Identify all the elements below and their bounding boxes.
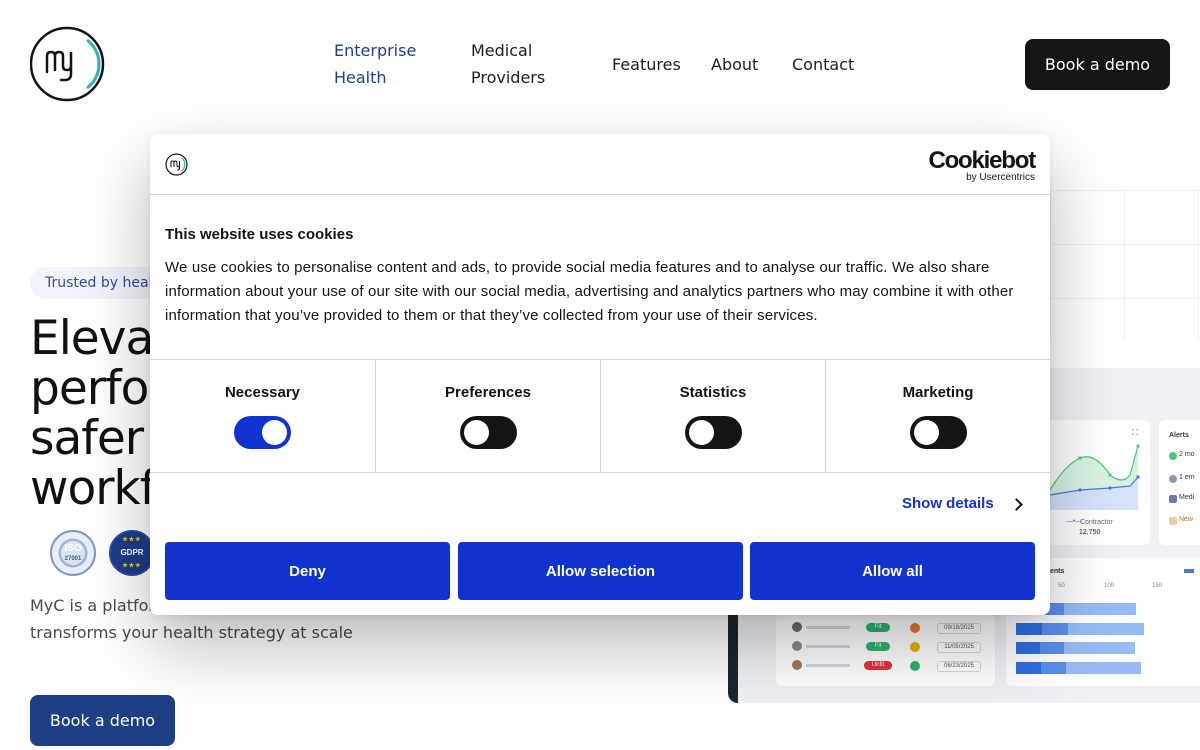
bar-segment [1068,623,1144,635]
iso-badge: ISO 27001 [50,530,96,576]
gdpr-stars-icon: ★★★ [122,537,142,543]
cookie-title: This website uses cookies [165,226,354,243]
bar-segment [1016,662,1041,674]
status-dot [910,661,920,671]
iso-badge-number: 27001 [64,556,82,562]
avatar-icon [1169,475,1177,483]
divider [150,472,1050,473]
divider [150,194,1050,195]
alerts-title: Alerts [1169,432,1189,439]
alert-item: New [1179,516,1194,523]
deny-button[interactable]: Deny [165,542,450,600]
nav-medical-providers[interactable]: Medical Providers [471,37,545,91]
nav-medical-providers-line2: Providers [471,68,546,87]
alert-item: Medi [1179,494,1195,501]
bar-tick: 100 [1104,583,1115,589]
header-book-demo-button[interactable]: Book a demo [1025,39,1170,90]
avatar [792,660,802,670]
bar-segment [1064,642,1135,654]
status-table-card: Fit Fit Unfit 09/18/2025 11/05/2025 06/2… [776,614,995,686]
category-label: Marketing [902,384,974,401]
bar-tick: 150 [1152,583,1163,589]
avatar [792,622,802,632]
allow-selection-button[interactable]: Allow selection [458,542,743,600]
nav-enterprise-health[interactable]: Enterprise Health [334,37,416,91]
medical-icon [1169,495,1177,503]
status-badge: Unfit [864,661,892,670]
toggle-knob [689,420,714,445]
statistics-toggle[interactable] [685,416,742,449]
allow-all-button[interactable]: Allow all [750,542,1035,600]
bar-segment [1041,662,1066,674]
alerts-card: Alerts 2 mo 1 em Medi New [1159,420,1200,545]
bar-chart-title: ents [1050,568,1065,575]
gdpr-badge-label: GDPR [120,548,144,557]
background-grid [1050,190,1200,340]
bar-tick: 50 [1058,583,1065,589]
date-field: 06/23/2025 [937,661,981,672]
nav-about[interactable]: About [711,51,758,78]
category-statistics: Statistics [600,360,825,472]
toggle-knob [464,420,489,445]
status-dot [910,642,920,652]
category-marketing: Marketing [825,360,1050,472]
avatar [792,641,802,651]
category-preferences: Preferences [375,360,600,472]
preferences-toggle[interactable] [460,416,517,449]
nav-enterprise-health-line1: Enterprise [334,41,417,60]
iso-badge-label: ISO [64,543,82,554]
bar-segment [1016,623,1042,635]
nav-contact[interactable]: Contact [792,51,854,78]
myc-logo[interactable] [29,25,106,103]
bar-segment [1066,662,1141,674]
nav-enterprise-health-line2: Health [334,68,387,87]
alert-item: 2 mo [1179,451,1195,458]
legend-swatch [1184,569,1194,573]
hero-book-demo-button[interactable]: Book a demo [30,695,175,746]
marketing-toggle[interactable] [910,416,967,449]
date-field: 11/05/2025 [937,642,981,653]
toggle-knob [914,420,939,445]
check-icon [1169,452,1177,460]
category-necessary: Necessary [150,360,375,472]
bar-segment [1042,623,1068,635]
necessary-toggle[interactable] [234,416,291,449]
bar-segment [1064,603,1136,615]
cookie-consent-dialog: Cookiebot by Usercentrics This website u… [150,134,1050,615]
nav-medical-providers-line1: Medical [471,41,533,60]
category-label: Necessary [224,384,301,401]
chart-card: ⛶ —•— Contractor 12,750 [1050,420,1150,545]
alert-item: 1 em [1179,474,1195,481]
gdpr-badge: GDPR ★★★ ★★★ [109,530,155,576]
cookiebot-brand[interactable]: Cookiebot by Usercentrics [928,147,1036,183]
legend-value: 12,750 [1079,529,1101,536]
cookiebot-subtitle: by Usercentrics [966,172,1035,183]
hero-description-line: transforms your health strategy at scale [30,623,353,642]
status-badge: Fit [866,642,890,651]
show-details-link[interactable]: Show details [902,495,994,512]
bar-segment [1016,642,1040,654]
new-icon [1169,517,1177,525]
gdpr-stars-icon: ★★★ [122,563,142,569]
cookiebot-logo-text: Cookiebot [928,147,1036,174]
date-field: 09/18/2025 [937,623,981,634]
category-label: Preferences [445,384,531,401]
myc-small-logo [165,153,188,176]
status-badge: Fit [866,623,890,632]
nav-features[interactable]: Features [612,51,681,78]
chevron-right-icon[interactable] [1010,498,1023,511]
category-label: Statistics [679,384,747,401]
cookie-description: We use cookies to personalise content an… [165,259,1014,324]
status-dot [910,623,920,633]
legend-label: Contractor [1080,519,1113,526]
toggle-knob [262,420,287,445]
bar-segment [1040,642,1064,654]
expand-icon: ⛶ [1132,428,1138,437]
